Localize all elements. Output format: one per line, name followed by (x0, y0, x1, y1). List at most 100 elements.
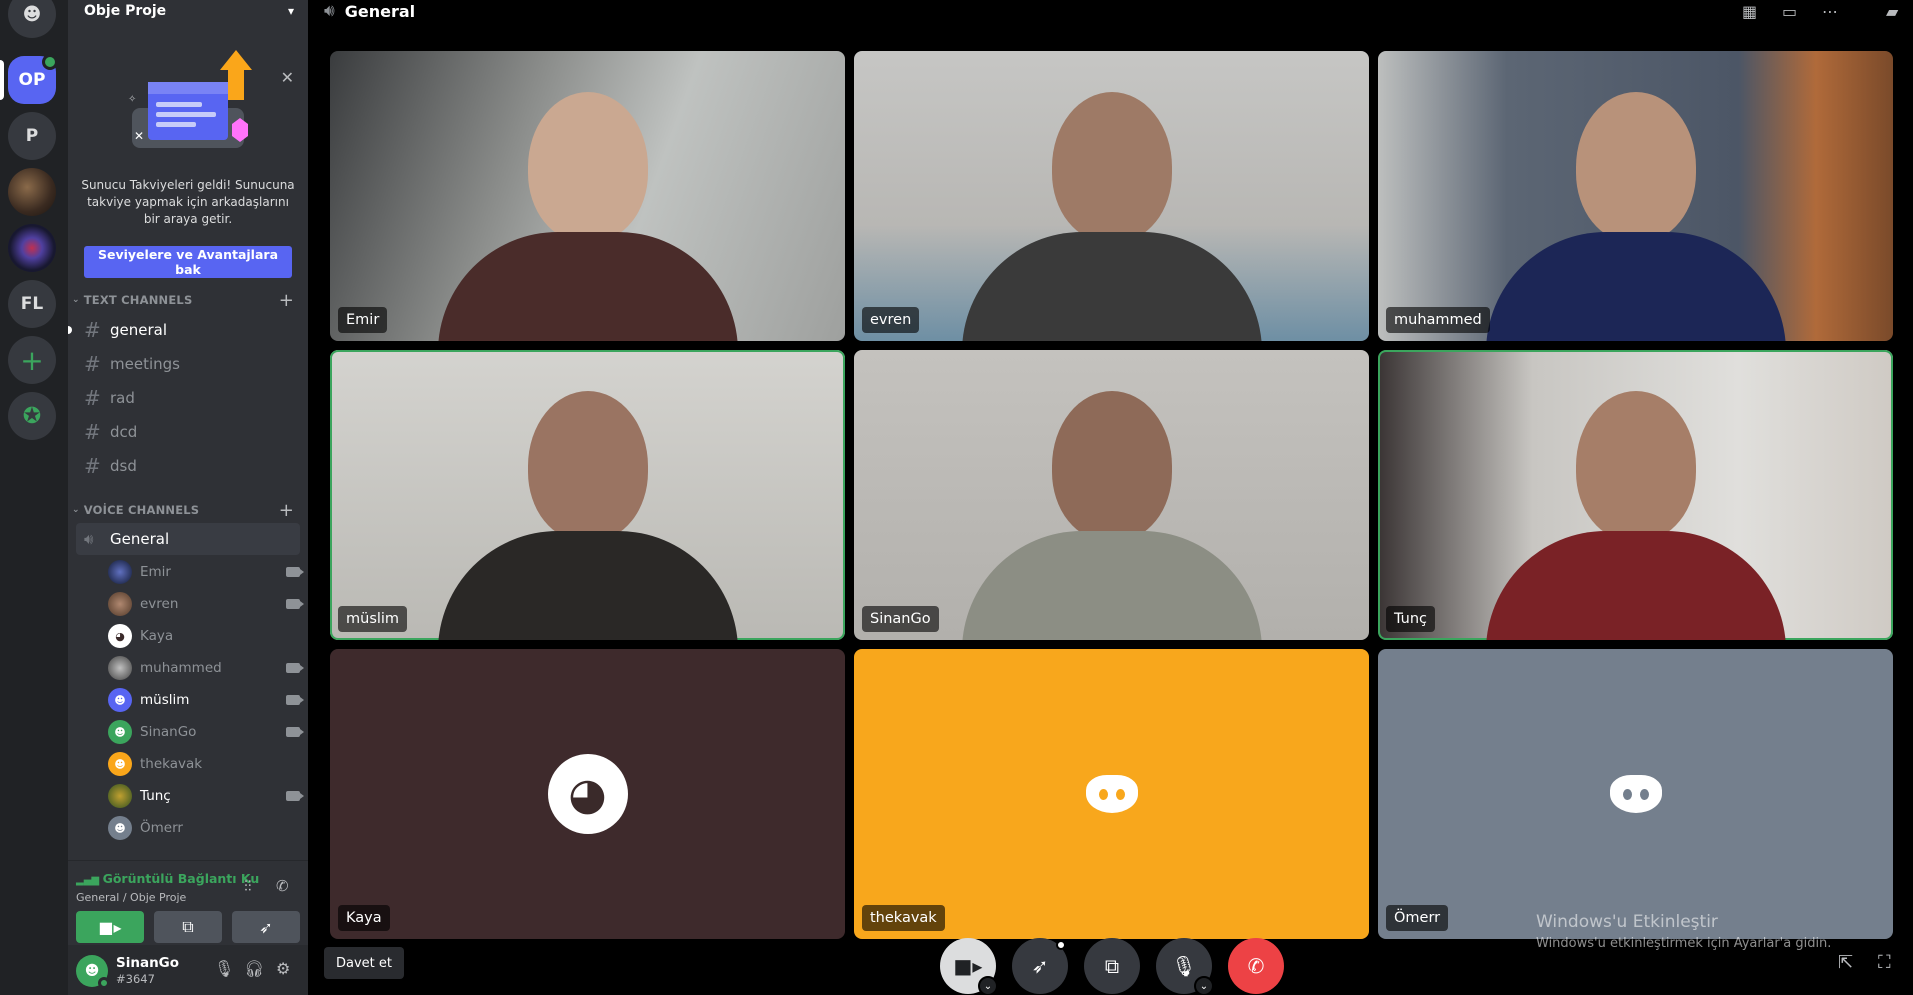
category-text-channels[interactable]: ⌄ TEXT CHANNELS + (68, 290, 308, 311)
discord-logo-icon: ☻ (22, 3, 42, 25)
video-tile-tunc[interactable]: Tunç (1378, 350, 1893, 640)
voice-connection-panel: ▂▄▆ Görüntülü Bağlantı Ku General / Obje… (68, 860, 308, 945)
chevron-down-icon[interactable]: ⌄ (978, 976, 998, 995)
boost-tiers-button[interactable]: Seviyelere ve Avantajlara bak (84, 246, 292, 278)
chat-icon[interactable]: ▰ (1886, 2, 1898, 21)
create-channel-icon[interactable]: + (279, 290, 294, 311)
channel-label: dsd (110, 457, 137, 475)
voice-user-sinango[interactable]: ☻ SinanGo (108, 718, 304, 746)
video-tile-muhammed[interactable]: muhammed (1378, 51, 1893, 341)
plus-icon: + (20, 343, 44, 377)
hash-icon: # (84, 318, 101, 342)
server-header[interactable]: Obje Proje ▾ (68, 0, 308, 22)
channel-sidebar: Obje Proje ▾ ✕ ✧ ✕ Sunucu Takviyeleri ge… (68, 0, 308, 995)
video-tile-muslim[interactable]: müslim (330, 350, 845, 640)
voice-user-thekavak[interactable]: ☻ thekavak (108, 750, 300, 778)
video-camera-icon (286, 791, 304, 801)
screen-share-button[interactable]: ⧉ (154, 911, 222, 943)
server-name: Obje Proje (84, 3, 167, 19)
invite-button[interactable]: Davet et (324, 947, 404, 979)
create-channel-icon[interactable]: + (279, 500, 294, 521)
channel-label: meetings (110, 355, 180, 373)
username: SinanGo (116, 955, 180, 971)
microphone-icon[interactable]: 🎙︎ (214, 959, 234, 978)
connection-status[interactable]: ▂▄▆ Görüntülü Bağlantı Ku (76, 871, 259, 886)
pop-out-icon[interactable]: ⇱ (1838, 952, 1853, 973)
fullscreen-icon[interactable]: ⛶ (1878, 952, 1891, 973)
discord-avatar-icon: ☻ (108, 816, 132, 840)
explore-servers-button[interactable]: ✪ (8, 392, 56, 440)
server-icon-op[interactable]: OP (8, 54, 58, 104)
speaker-icon: 🔊︎ (324, 1, 335, 21)
server-rail: ☻ OP P FL + ✪ (0, 0, 68, 995)
avatar (108, 656, 132, 680)
category-voice-channels[interactable]: ⌄ VOİCE CHANNELS + (68, 500, 308, 521)
camera-button[interactable]: ■▸ ⌄ (940, 938, 998, 995)
channel-general[interactable]: # general (68, 314, 300, 346)
video-tile-sinango[interactable]: SinanGo (854, 350, 1369, 640)
voice-channel-general[interactable]: 🔊︎ General (76, 523, 300, 555)
noise-suppression-icon[interactable]: ⫶⫶ (244, 877, 252, 895)
channel-label: general (110, 321, 168, 339)
boost-description: Sunucu Takviyeleri geldi! Sunucuna takvi… (81, 178, 295, 226)
avatar-tile-omerr[interactable]: Ömerr (1378, 649, 1893, 939)
hash-icon: # (84, 386, 101, 410)
video-camera-icon: ■▸ (953, 954, 983, 978)
chevron-down-icon[interactable]: ⌄ (1194, 976, 1214, 995)
discord-avatar-icon: ☻ (108, 688, 132, 712)
svg-text:✕: ✕ (134, 129, 144, 143)
participant-video (961, 391, 1262, 640)
add-server-button[interactable]: + (8, 336, 56, 384)
channel-dsd[interactable]: # dsd (76, 450, 300, 482)
participant-name: Emir (338, 307, 388, 333)
avatar-tile-thekavak[interactable]: .t3 .discord-logo:before,.t3 .discord-lo… (854, 649, 1369, 939)
close-icon[interactable]: ✕ (281, 68, 294, 87)
hang-up-icon: ✆ (1247, 954, 1265, 978)
gear-icon[interactable]: ⚙ (276, 959, 290, 978)
header-bar: 🔊︎ General ▦ ▭ ⋯ ▰ (308, 0, 1913, 22)
server-icon-image-1[interactable] (8, 168, 56, 216)
disconnect-icon[interactable]: ✆ (276, 877, 289, 895)
server-icon-fl[interactable]: FL (8, 280, 56, 328)
channel-rad[interactable]: # rad (76, 382, 300, 414)
video-tile-evren[interactable]: evren (854, 51, 1369, 341)
voice-user-emir[interactable]: Emir (108, 558, 304, 586)
activity-button[interactable]: ➶ (1012, 938, 1068, 994)
participant-name: muhammed (1386, 307, 1490, 333)
more-options-icon[interactable]: ⋯ (1822, 2, 1838, 21)
voice-user-kaya[interactable]: ◕ Kaya (108, 622, 300, 650)
channel-dcd[interactable]: # dcd (76, 416, 300, 448)
screen-share-button[interactable]: ⧉ (1084, 938, 1140, 994)
voice-user-tunc[interactable]: Tunç (108, 782, 304, 810)
boost-illustration: ✕ ✧ (128, 50, 252, 148)
video-camera-icon: ■▸ (98, 917, 122, 937)
discord-avatar-icon[interactable]: ☻ (76, 955, 110, 989)
voice-user-omerr[interactable]: ☻ Ömerr (108, 814, 300, 842)
server-icon-p[interactable]: P (8, 112, 56, 160)
avatar (108, 560, 132, 584)
channel-label: dcd (110, 423, 138, 441)
avatar-tile-kaya[interactable]: ◕ Kaya (330, 649, 845, 939)
windows-activation-title: Windows'u Etkinleştir (1536, 912, 1718, 932)
voice-user-muslim[interactable]: ☻ müslim (108, 686, 304, 714)
hash-icon: # (84, 352, 101, 376)
chevron-down-icon: ⌄ (72, 295, 80, 305)
microphone-button[interactable]: 🎙︎ ⌄ (1156, 938, 1214, 995)
server-initials: OP (18, 70, 46, 90)
headphones-icon[interactable]: 🎧︎ (244, 959, 264, 978)
inbox-icon[interactable]: ▭ (1782, 2, 1797, 21)
chevron-down-icon: ⌄ (72, 505, 80, 515)
participant-video (437, 92, 738, 341)
voice-user-muhammed[interactable]: muhammed (108, 654, 304, 682)
video-tile-emir[interactable]: Emir (330, 51, 845, 341)
participant-name: Tunç (1386, 606, 1436, 632)
server-icon-image-2[interactable] (8, 224, 56, 272)
channel-meetings[interactable]: # meetings (76, 348, 300, 380)
grid-layout-icon[interactable]: ▦ (1742, 2, 1757, 21)
windows-activation-subtitle: Windows'u etkinleştirmek için Ayarlar'a … (1536, 936, 1832, 951)
discord-home-button[interactable]: ☻ (8, 0, 56, 38)
video-toggle-button[interactable]: ■▸ (76, 911, 144, 943)
activity-button[interactable]: ➶ (232, 911, 300, 943)
voice-user-evren[interactable]: evren (108, 590, 304, 618)
disconnect-button[interactable]: ✆ (1228, 938, 1284, 994)
